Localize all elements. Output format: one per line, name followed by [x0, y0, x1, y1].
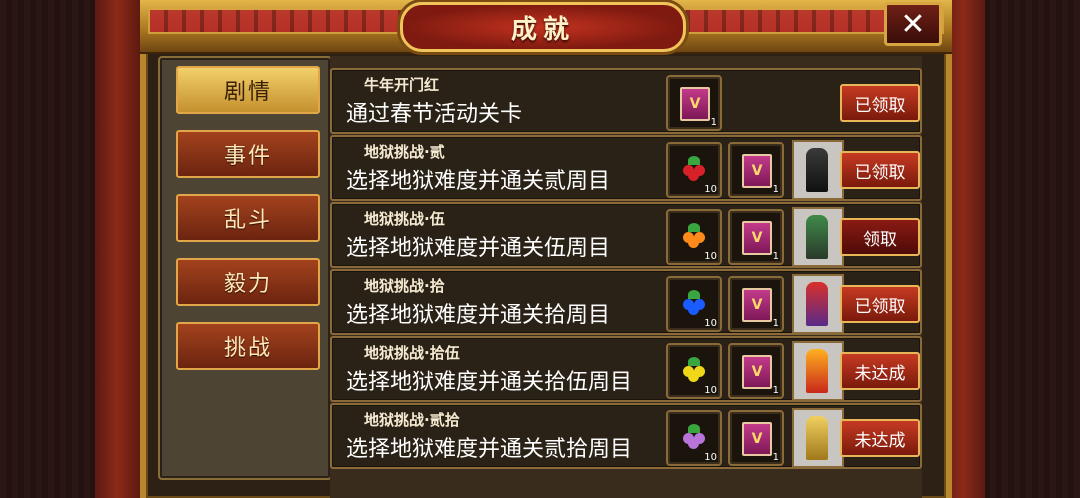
achievement-subtitle: 地狱挑战·伍	[364, 210, 445, 228]
book-v-icon: V	[742, 288, 772, 322]
status-button[interactable]: 未达成	[840, 352, 920, 390]
book-v-icon: V	[742, 355, 772, 389]
close-icon: ✕	[900, 6, 926, 42]
reward-slot[interactable]: 10	[666, 209, 722, 265]
reward-count: 10	[704, 184, 717, 195]
achievement-row: 地狱挑战·贰 选择地狱难度并通关贰周目 10 V 1 已领取	[330, 135, 922, 201]
achievement-description: 选择地狱难度并通关贰拾周目	[346, 437, 633, 462]
blue-berry-icon	[682, 290, 706, 315]
reward-count: 1	[772, 385, 779, 396]
title-plate: 成就	[400, 2, 686, 52]
book-v-icon: V	[742, 221, 772, 255]
red-hair-warrior-icon[interactable]	[792, 274, 844, 334]
status-button[interactable]: 已领取	[840, 151, 920, 189]
achievement-subtitle: 地狱挑战·拾伍	[364, 344, 460, 362]
achievement-row: 地狱挑战·伍 选择地狱难度并通关伍周目 10 V 1 领取	[330, 202, 922, 268]
claim-button[interactable]: 领取	[840, 218, 920, 256]
achievement-subtitle: 地狱挑战·贰	[364, 143, 445, 161]
status-button[interactable]: 未达成	[840, 419, 920, 457]
achievement-description: 选择地狱难度并通关伍周目	[346, 236, 611, 261]
status-button[interactable]: 已领取	[840, 84, 920, 122]
achievement-subtitle: 地狱挑战·拾	[364, 277, 445, 295]
dark-winged-demon-icon[interactable]	[792, 140, 844, 200]
reward-slot[interactable]: V 1	[728, 410, 784, 466]
panel-title: 成就	[510, 14, 575, 45]
reward-slot[interactable]: 10	[666, 276, 722, 332]
achievement-row: 地狱挑战·贰拾 选择地狱难度并通关贰拾周目 10 V 1 未达成	[330, 403, 922, 469]
flame-warrior-icon[interactable]	[792, 341, 844, 401]
reward-slot[interactable]: 10	[666, 142, 722, 198]
reward-count: 1	[772, 251, 779, 262]
achievement-row: 牛年开门红 通过春节活动关卡 V 1 已领取	[330, 68, 922, 134]
green-ninja-icon[interactable]	[792, 207, 844, 267]
reward-count: 1	[772, 318, 779, 329]
tab-brawl[interactable]: 乱斗	[176, 194, 320, 242]
achievement-description: 选择地狱难度并通关拾伍周目	[346, 370, 633, 395]
tab-perseverance[interactable]: 毅力	[176, 258, 320, 306]
reward-count: 10	[704, 251, 717, 262]
book-v-icon: V	[742, 422, 772, 456]
tab-challenge[interactable]: 挑战	[176, 322, 320, 370]
book-v-icon: V	[742, 154, 772, 188]
reward-count: 10	[704, 318, 717, 329]
achievement-description: 通过春节活动关卡	[346, 102, 523, 127]
achievement-row: 地狱挑战·拾 选择地狱难度并通关拾周目 10 V 1 已领取	[330, 269, 922, 335]
reward-count: 1	[772, 452, 779, 463]
reward-slot[interactable]: 10	[666, 410, 722, 466]
achievement-subtitle: 地狱挑战·贰拾	[364, 411, 460, 429]
golden-armor-icon[interactable]	[792, 408, 844, 468]
category-sidebar: 剧情 事件 乱斗 毅力 挑战	[158, 56, 332, 480]
reward-slot[interactable]: V 1	[728, 343, 784, 399]
achievement-subtitle: 牛年开门红	[364, 76, 440, 94]
achievement-description: 选择地狱难度并通关拾周目	[346, 303, 611, 328]
reward-slot[interactable]: V 1	[728, 209, 784, 265]
red-berry-icon	[682, 156, 706, 181]
tab-story[interactable]: 剧情	[176, 66, 320, 114]
orange-berry-icon	[682, 223, 706, 248]
purple-berry-icon	[682, 424, 706, 449]
tab-events[interactable]: 事件	[176, 130, 320, 178]
achievement-list[interactable]: 牛年开门红 通过春节活动关卡 V 1 已领取 地狱挑战·贰 选择地狱难度并通关贰…	[330, 56, 922, 498]
book-v-icon: V	[680, 87, 710, 121]
reward-count: 10	[704, 385, 717, 396]
reward-count: 10	[704, 452, 717, 463]
reward-count: 1	[772, 184, 779, 195]
achievement-description: 选择地狱难度并通关贰周目	[346, 169, 611, 194]
reward-slot[interactable]: V 1	[666, 75, 722, 131]
reward-slot[interactable]: 10	[666, 343, 722, 399]
achievement-row: 地狱挑战·拾伍 选择地狱难度并通关拾伍周目 10 V 1 未达成	[330, 336, 922, 402]
status-button[interactable]: 已领取	[840, 285, 920, 323]
close-button[interactable]: ✕	[884, 2, 942, 46]
reward-slot[interactable]: V 1	[728, 276, 784, 332]
yellow-berry-icon	[682, 357, 706, 382]
reward-count: 1	[710, 117, 717, 128]
reward-slot[interactable]: V 1	[728, 142, 784, 198]
